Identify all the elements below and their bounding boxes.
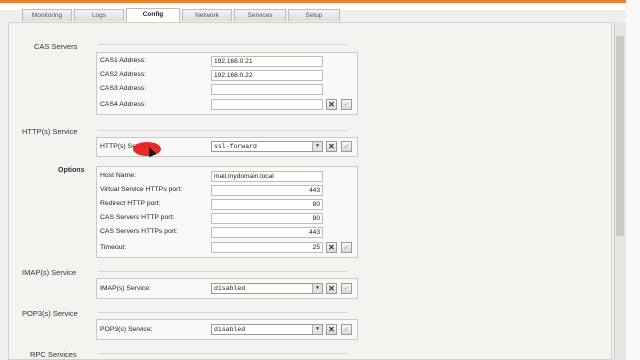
- chevron-down-icon: ▼: [312, 325, 322, 334]
- pop3-cancel-button[interactable]: ✕: [326, 324, 337, 335]
- tab-config[interactable]: Config: [126, 8, 180, 22]
- tab-setup[interactable]: Setup: [288, 9, 340, 21]
- https-apply-button[interactable]: ✔: [341, 141, 352, 152]
- section-title-cas-servers: CAS Servers: [34, 42, 78, 51]
- cas2-address-input[interactable]: 192.168.0.22: [211, 70, 323, 81]
- tab-services[interactable]: Services: [234, 9, 286, 21]
- cas2-address-label: CAS2 Address:: [100, 71, 147, 78]
- timeout-input[interactable]: 25: [211, 242, 323, 253]
- options-apply-button[interactable]: ✔: [341, 242, 352, 253]
- chevron-down-icon: ▼: [312, 284, 322, 293]
- pop3-service-selected: disabled: [214, 326, 246, 333]
- virtual-https-port-input[interactable]: 443: [211, 185, 323, 196]
- cas-https-port-label: CAS Servers HTTPs port:: [100, 228, 178, 235]
- virtual-https-port-label: Virtual Service HTTPs port:: [100, 186, 183, 193]
- imap-cancel-button[interactable]: ✕: [326, 283, 337, 294]
- cas3-address-label: CAS3 Address:: [100, 85, 147, 92]
- pop3-apply-button[interactable]: ✔: [341, 324, 352, 335]
- section-divider: [98, 312, 348, 313]
- check-icon: ✔: [343, 243, 350, 252]
- cas-apply-button[interactable]: ✔: [341, 99, 352, 110]
- pop3-service-select[interactable]: disabled ▼: [211, 324, 323, 335]
- check-icon: ✔: [343, 325, 350, 334]
- scrollbar-thumb[interactable]: [616, 36, 624, 236]
- cas1-address-input[interactable]: 192.168.0.21: [211, 56, 323, 67]
- check-icon: ✔: [343, 284, 350, 293]
- section-divider: [98, 130, 348, 131]
- options-subtitle: Options: [58, 167, 85, 174]
- pop3-service-label: POP3(s) Service:: [100, 326, 153, 333]
- imap-service-select[interactable]: disabled ▼: [211, 283, 323, 294]
- cas-http-port-input[interactable]: 80: [211, 213, 323, 224]
- cas-http-port-label: CAS Servers HTTP port:: [100, 214, 175, 221]
- window-edge: [626, 0, 640, 360]
- check-icon: ✔: [343, 142, 350, 151]
- timeout-label: Timeout:: [100, 244, 127, 251]
- cas4-address-input[interactable]: [211, 99, 323, 110]
- cas-https-port-input[interactable]: 443: [211, 227, 323, 238]
- tab-logs[interactable]: Logs: [74, 9, 124, 21]
- section-divider: [98, 44, 348, 45]
- redirect-http-port-label: Redirect HTTP port:: [100, 200, 161, 207]
- section-title-https-service: HTTP(s) Service: [22, 127, 78, 136]
- host-name-input[interactable]: mail.mydomain.local: [211, 171, 323, 182]
- close-icon: ✕: [328, 325, 335, 334]
- tab-network[interactable]: Network: [182, 9, 232, 21]
- section-divider: [98, 353, 348, 354]
- host-name-label: Host Name:: [100, 172, 136, 179]
- tab-bar: Monitoring Logs Config Network Services …: [22, 8, 340, 22]
- cas1-address-label: CAS1 Address:: [100, 57, 147, 64]
- imap-apply-button[interactable]: ✔: [341, 283, 352, 294]
- tab-monitoring[interactable]: Monitoring: [22, 9, 72, 21]
- cas4-address-label: CAS4 Address:: [100, 101, 147, 108]
- https-service-select[interactable]: ssl-forward ▼: [211, 141, 323, 152]
- https-service-selected: ssl-forward: [214, 143, 257, 150]
- close-icon: ✕: [328, 142, 335, 151]
- chevron-down-icon: ▼: [312, 142, 322, 151]
- section-divider: [98, 271, 348, 272]
- section-title-imap-service: IMAP(s) Service: [22, 268, 77, 277]
- cas-cancel-button[interactable]: ✕: [326, 99, 337, 110]
- redirect-http-port-input[interactable]: 80: [211, 199, 323, 210]
- check-icon: ✔: [343, 100, 350, 109]
- section-title-rpc-services: RPC Services: [30, 350, 77, 359]
- imap-service-label: IMAP(s) Service:: [100, 285, 151, 292]
- options-cancel-button[interactable]: ✕: [326, 242, 337, 253]
- close-icon: ✕: [328, 284, 335, 293]
- imap-service-selected: disabled: [214, 285, 246, 292]
- accent-stripe: [0, 0, 640, 3]
- section-title-pop3-service: POP3(s) Service: [22, 309, 78, 318]
- close-icon: ✕: [328, 100, 335, 109]
- close-icon: ✕: [328, 243, 335, 252]
- https-cancel-button[interactable]: ✕: [326, 141, 337, 152]
- cas3-address-input[interactable]: [211, 84, 323, 95]
